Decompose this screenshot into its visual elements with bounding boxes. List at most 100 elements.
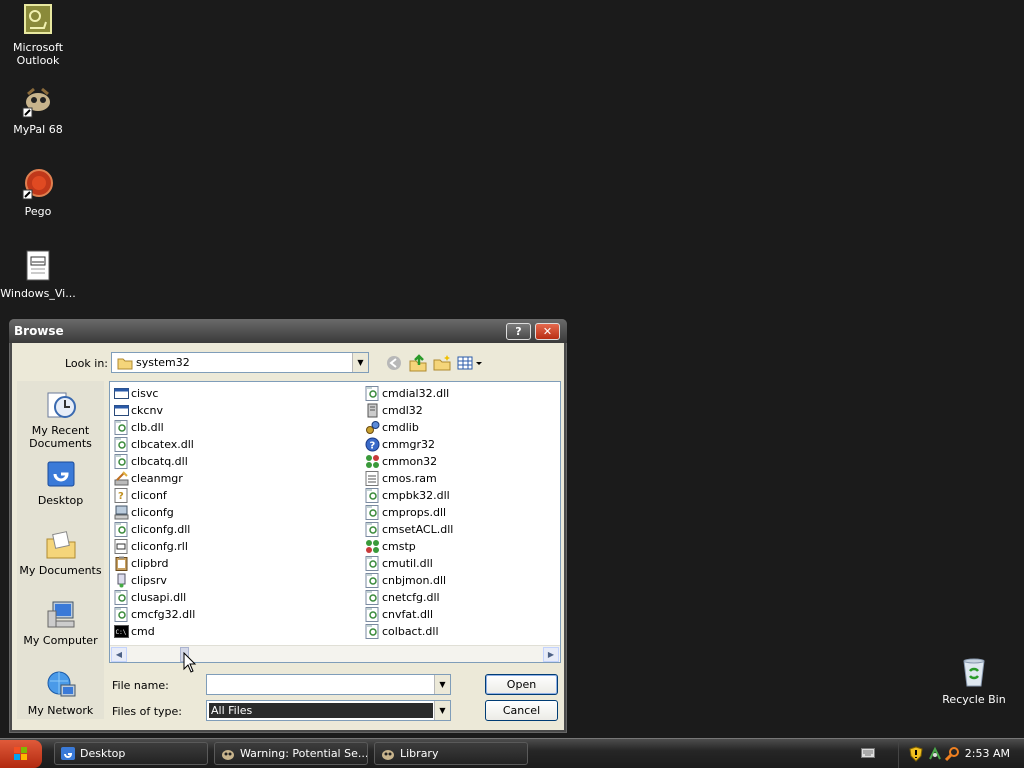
file-item[interactable]: ? cmmgr32 (363, 436, 553, 453)
horizontal-scrollbar[interactable]: ◀ ▶ (110, 645, 560, 662)
mouse-cursor-icon (183, 651, 197, 677)
clock[interactable]: 2:53 AM (965, 747, 1010, 760)
start-button[interactable] (0, 740, 42, 768)
view-menu-button[interactable] (456, 353, 484, 373)
task-button-warning[interactable]: Warning: Potential Se... (214, 742, 368, 765)
file-item[interactable]: clipbrd (112, 555, 352, 572)
file-item[interactable]: clipsrv (112, 572, 352, 589)
scroll-right-icon[interactable]: ▶ (543, 647, 559, 662)
file-item[interactable]: cmdial32.dll (363, 385, 553, 402)
file-list[interactable]: cisvc ckcnv clb.dll clbcatex.dll clbcatq.dll… (109, 381, 561, 663)
recent-documents-icon (45, 389, 77, 421)
place-my-computer[interactable]: My Computer (17, 599, 104, 647)
desktop-icon-pego[interactable]: Pego (0, 168, 76, 218)
folder-icon (117, 356, 133, 373)
mypal-icon (22, 86, 54, 118)
place-label: Desktop (37, 494, 84, 507)
cmd-icon: C:\ (114, 624, 129, 639)
file-item[interactable]: cmmon32 (363, 453, 553, 470)
cancel-button[interactable]: Cancel (485, 700, 558, 721)
keyboard-icon[interactable] (861, 747, 875, 762)
chevron-down-icon[interactable]: ▼ (434, 675, 450, 694)
file-name: cleanmgr (131, 472, 183, 485)
file-name: cnvfat.dll (382, 608, 434, 621)
file-item[interactable]: cisvc (112, 385, 352, 402)
file-item[interactable]: ? cliconf (112, 487, 352, 504)
cmdl32-icon (365, 403, 380, 418)
app-icon (220, 746, 236, 762)
chevron-down-icon[interactable]: ▼ (434, 701, 450, 720)
dialog-title: Browse (14, 324, 64, 338)
question-icon: ? (365, 437, 380, 452)
file-name-input[interactable] (208, 676, 432, 693)
file-item[interactable]: clusapi.dll (112, 589, 352, 606)
dll-icon (114, 522, 129, 537)
svg-text:?: ? (370, 441, 376, 452)
file-name: clbcatq.dll (131, 455, 188, 468)
file-name: clusapi.dll (131, 591, 187, 604)
file-item[interactable]: cmsetACL.dll (363, 521, 553, 538)
dll-icon (114, 607, 129, 622)
file-item[interactable]: cmos.ram (363, 470, 553, 487)
file-item[interactable]: cmpbk32.dll (363, 487, 553, 504)
file-name: cmdl32 (382, 404, 423, 417)
ram-file-icon (365, 471, 380, 486)
file-item[interactable]: cliconfg.dll (112, 521, 352, 538)
place-my-network[interactable]: My Network (17, 669, 104, 717)
place-desktop[interactable]: Desktop (17, 459, 104, 507)
look-in-combo[interactable]: system32 ▼ (111, 352, 369, 373)
file-item[interactable]: clbcatex.dll (112, 436, 352, 453)
file-item[interactable]: cliconfg.rll (112, 538, 352, 555)
scroll-left-icon[interactable]: ◀ (111, 647, 127, 662)
help-button[interactable]: ? (506, 323, 531, 340)
up-folder-button[interactable] (408, 353, 430, 373)
file-item[interactable]: cmstp (363, 538, 553, 555)
file-item[interactable]: cmutil.dll (363, 555, 553, 572)
file-name: cnetcfg.dll (382, 591, 440, 604)
desktop-icon (60, 746, 76, 762)
title-bar[interactable]: Browse ? ✕ (9, 319, 567, 343)
svg-text:C:\: C:\ (116, 629, 127, 636)
file-item[interactable]: C:\ cmd (112, 623, 352, 640)
file-item[interactable]: cnvfat.dll (363, 606, 553, 623)
file-name-combo[interactable]: ▼ (206, 674, 451, 695)
desktop-icon-outlook[interactable]: Microsoft Outlook (0, 4, 76, 67)
task-button-desktop[interactable]: Desktop (54, 742, 208, 765)
search-icon[interactable] (944, 746, 961, 765)
file-item[interactable]: cmprops.dll (363, 504, 553, 521)
desktop-icon-mypal[interactable]: MyPal 68 (0, 86, 76, 136)
file-item[interactable]: colbact.dll (363, 623, 553, 640)
file-item[interactable]: clb.dll (112, 419, 352, 436)
desktop-icon-label: Recycle Bin (942, 693, 1006, 706)
file-item[interactable]: cnetcfg.dll (363, 589, 553, 606)
close-button[interactable]: ✕ (535, 323, 560, 340)
network-icon[interactable] (927, 746, 943, 765)
browse-dialog: Browse ? ✕ Look in: system32 ▼ My Recent… (8, 318, 568, 734)
svg-text:?: ? (118, 491, 124, 502)
chevron-down-icon[interactable]: ▼ (352, 353, 368, 372)
windows-logo-icon (14, 747, 27, 760)
desktop-icon-recycle-bin[interactable]: Recycle Bin (936, 656, 1012, 706)
new-folder-button[interactable] (432, 353, 454, 373)
file-item[interactable]: cleanmgr (112, 470, 352, 487)
file-item[interactable]: cnbjmon.dll (363, 572, 553, 589)
file-item[interactable]: cliconfg (112, 504, 352, 521)
file-name: cliconf (131, 489, 167, 502)
task-button-library[interactable]: Library (374, 742, 528, 765)
file-item[interactable]: cmdl32 (363, 402, 553, 419)
file-item[interactable]: cmdlib (363, 419, 553, 436)
file-item[interactable]: clbcatq.dll (112, 453, 352, 470)
look-in-value: system32 (136, 356, 190, 369)
place-label: My Documents (19, 564, 102, 577)
file-name: cmutil.dll (382, 557, 433, 570)
shield-icon[interactable] (909, 746, 923, 765)
file-item[interactable]: cmcfg32.dll (112, 606, 352, 623)
file-item[interactable]: ckcnv (112, 402, 352, 419)
file-name: cmdial32.dll (382, 387, 450, 400)
place-my-documents[interactable]: My Documents (17, 529, 104, 577)
open-button[interactable]: Open (485, 674, 558, 695)
desktop-icon-windows-vi[interactable]: Windows_Vi... (0, 250, 76, 300)
place-my-recent-documents[interactable]: My Recent Documents (17, 389, 104, 450)
back-button[interactable] (384, 353, 406, 373)
file-type-select[interactable]: All Files ▼ (206, 700, 451, 721)
